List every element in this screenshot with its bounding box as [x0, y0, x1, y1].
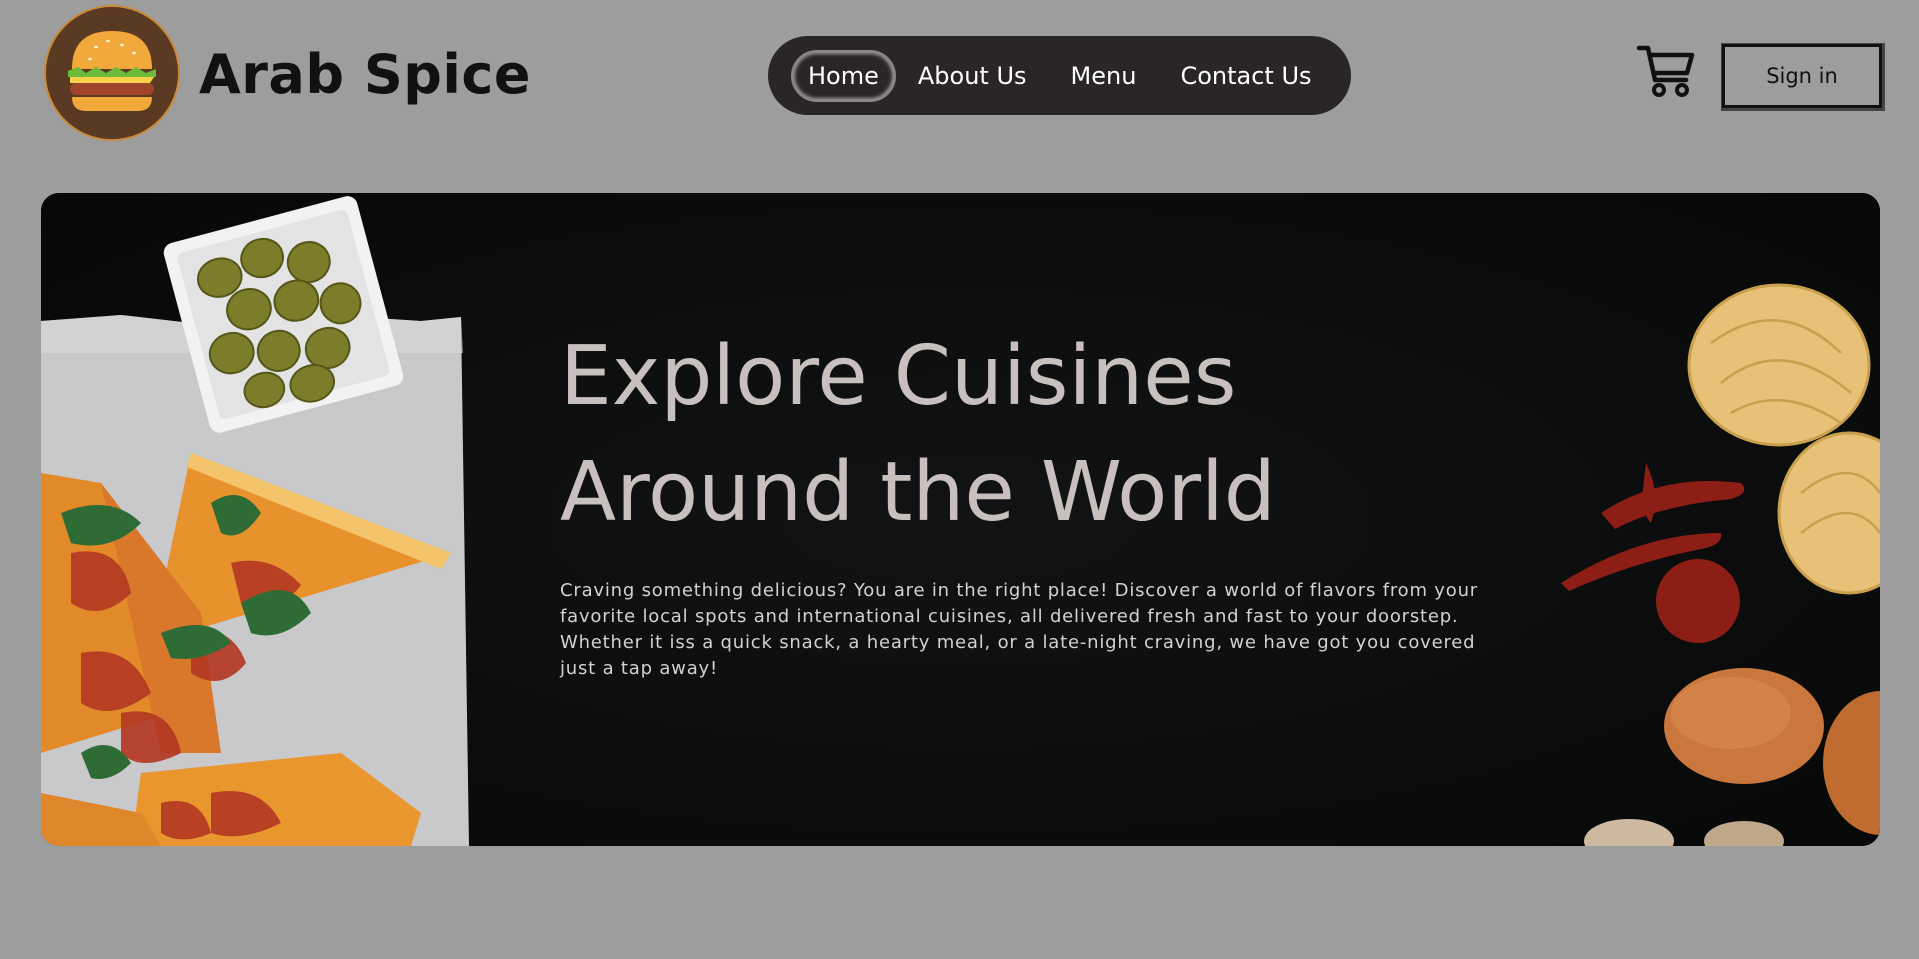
hero-title-line-2: Around the World	[560, 445, 1276, 540]
burger-icon[interactable]	[44, 5, 180, 141]
main-nav: Home About Us Menu Contact Us	[768, 36, 1351, 115]
sign-in-button[interactable]: Sign in	[1722, 44, 1882, 108]
nav-item-about-us[interactable]: About Us	[896, 50, 1049, 102]
hero-description: Craving something delicious? You are in …	[560, 580, 1478, 679]
hero-title-line-1: Explore Cuisines	[560, 329, 1237, 424]
shopping-cart-icon[interactable]	[1636, 42, 1696, 100]
nav-item-menu[interactable]: Menu	[1049, 50, 1159, 102]
nav-item-contact-us[interactable]: Contact Us	[1158, 50, 1333, 102]
hero-banner: Explore Cuisines Around the World Cravin…	[41, 193, 1880, 846]
nav-item-home[interactable]: Home	[791, 49, 896, 102]
hero-title: Explore Cuisines Around the World	[560, 319, 1276, 551]
site-header: Arab Spice Home About Us Menu Contact Us…	[0, 0, 1919, 150]
brand-name[interactable]: Arab Spice	[199, 40, 531, 110]
